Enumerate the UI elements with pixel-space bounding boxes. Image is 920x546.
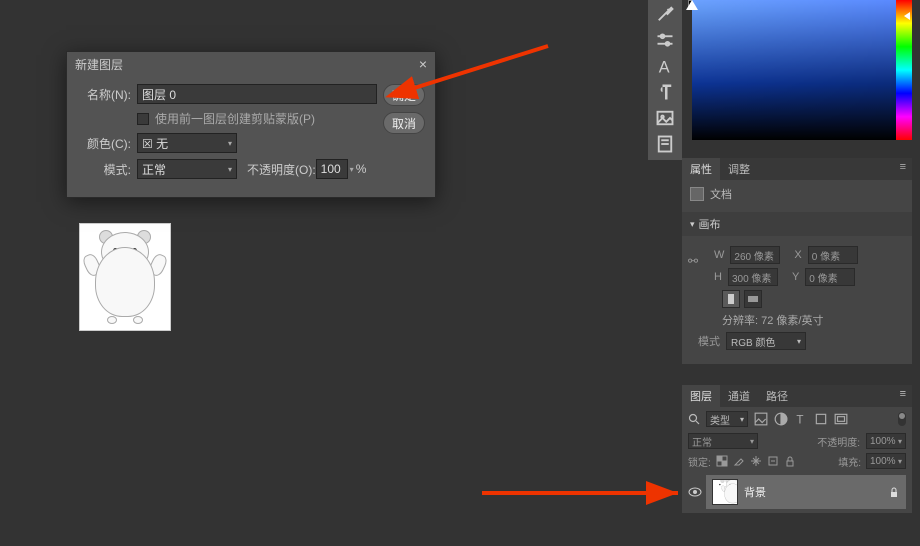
x-label: X	[794, 249, 801, 261]
hue-pointer-icon	[904, 12, 910, 20]
layer-opacity-input[interactable]: 100%▾	[866, 433, 906, 449]
lock-icon[interactable]	[888, 486, 900, 498]
chevron-down-icon: ▾	[228, 165, 232, 174]
resolution-text: 分辨率: 72 像素/英寸	[690, 312, 904, 328]
ok-button[interactable]: 确定	[383, 84, 425, 106]
eyedropper-icon[interactable]	[655, 4, 675, 24]
height-input[interactable]: 300 像素	[728, 268, 778, 286]
panel-menu-icon[interactable]: ≡	[894, 385, 912, 407]
layer-blend-select[interactable]: 正常▾	[688, 433, 758, 449]
panel-menu-icon[interactable]: ≡	[894, 158, 912, 180]
lock-label: 锁定:	[688, 454, 711, 469]
layer-opacity-label: 不透明度:	[817, 434, 860, 449]
layers-panel: 图层 通道 路径 ≡ 类型▾ T 正常▾ 不透明度: 100%▾ 锁定: 填充:…	[682, 385, 912, 513]
filter-toggle[interactable]	[898, 412, 906, 426]
hamster-illustration	[85, 232, 165, 322]
link-icon[interactable]: ⚯	[688, 254, 698, 268]
opacity-input[interactable]: 100	[316, 159, 348, 179]
filter-adjustment-icon[interactable]	[774, 412, 788, 426]
color-label: 颜色(C):	[77, 135, 131, 152]
chevron-down-icon[interactable]: ▾	[350, 165, 354, 174]
lock-position-icon[interactable]	[750, 455, 762, 467]
chevron-down-icon: ▾	[690, 219, 695, 230]
y-input[interactable]: 0 像素	[805, 268, 855, 286]
filter-pixel-icon[interactable]	[754, 412, 768, 426]
chevron-down-icon: ▾	[797, 337, 801, 346]
note-icon[interactable]	[655, 134, 675, 154]
name-label: 名称(N):	[77, 86, 131, 103]
properties-panel: 属性 调整 ≡ 文档 ▾ 画布 ⚯ W 260 像素 X 0 像素 H 300 …	[682, 158, 912, 364]
document-icon	[690, 187, 704, 201]
fill-label: 填充:	[838, 454, 861, 469]
canvas-section-header[interactable]: ▾ 画布	[682, 212, 912, 236]
dialog-title-text: 新建图层	[75, 56, 123, 73]
w-label: W	[714, 249, 724, 261]
percent-label: %	[356, 162, 367, 176]
doc-label: 文档	[710, 186, 732, 202]
chevron-down-icon: ▾	[228, 139, 232, 148]
paragraph-icon[interactable]	[655, 82, 675, 102]
lock-artboard-icon[interactable]	[767, 455, 779, 467]
tab-paths[interactable]: 路径	[758, 385, 796, 407]
visibility-eye-icon[interactable]	[688, 485, 702, 499]
x-input[interactable]: 0 像素	[808, 246, 858, 264]
width-input[interactable]: 260 像素	[730, 246, 780, 264]
layer-name-input[interactable]	[137, 84, 377, 104]
cancel-button[interactable]: 取消	[383, 112, 425, 134]
color-mode-label: 模式	[698, 333, 720, 349]
type-icon[interactable]: A	[655, 56, 675, 76]
dialog-titlebar[interactable]: 新建图层 ×	[67, 52, 435, 76]
layer-thumbnail[interactable]	[712, 479, 738, 505]
svg-text:A: A	[659, 58, 670, 76]
orientation-landscape-icon[interactable]	[744, 290, 762, 308]
lock-transparent-icon[interactable]	[716, 455, 728, 467]
tab-layers[interactable]: 图层	[682, 385, 720, 407]
color-select[interactable]: ☒ 无 ▾	[137, 133, 237, 153]
clip-mask-checkbox[interactable]	[137, 113, 149, 125]
new-layer-dialog: 新建图层 × 名称(N): 使用前一图层创建剪贴蒙版(P) 颜色(C): ☒ 无…	[66, 51, 436, 198]
opacity-label: 不透明度(O):	[247, 161, 316, 178]
layer-name-text[interactable]: 背景	[744, 484, 882, 500]
image-icon[interactable]	[655, 108, 675, 128]
close-icon[interactable]: ×	[419, 56, 427, 72]
filter-shape-icon[interactable]	[814, 412, 828, 426]
triangle-icon	[686, 0, 698, 10]
tool-strip: A	[648, 0, 682, 160]
orientation-portrait-icon[interactable]	[722, 290, 740, 308]
h-label: H	[714, 271, 722, 283]
clip-mask-label: 使用前一图层创建剪贴蒙版(P)	[155, 110, 315, 127]
filter-kind-select[interactable]: 类型▾	[706, 411, 748, 427]
lock-all-icon[interactable]	[784, 455, 796, 467]
tab-adjustments[interactable]: 调整	[720, 158, 758, 180]
y-label: Y	[792, 271, 799, 283]
tab-properties[interactable]: 属性	[682, 158, 720, 180]
filter-type-icon[interactable]: T	[794, 412, 808, 426]
canvas-image[interactable]	[79, 223, 171, 331]
blend-mode-select[interactable]: 正常 ▾	[137, 159, 237, 179]
color-mode-select[interactable]: RGB 颜色 ▾	[726, 332, 806, 350]
color-field[interactable]	[692, 0, 896, 140]
sliders-icon[interactable]	[655, 30, 675, 50]
hue-slider[interactable]	[896, 0, 912, 140]
tab-channels[interactable]: 通道	[720, 385, 758, 407]
svg-text:T: T	[796, 414, 803, 426]
layer-fill-input[interactable]: 100%▾	[866, 453, 906, 469]
layer-row-background[interactable]: 背景	[706, 475, 906, 509]
search-icon[interactable]	[688, 413, 700, 425]
filter-smartobj-icon[interactable]	[834, 412, 848, 426]
lock-brush-icon[interactable]	[733, 455, 745, 467]
color-picker-panel[interactable]	[692, 0, 912, 140]
mode-label: 模式:	[77, 161, 131, 178]
